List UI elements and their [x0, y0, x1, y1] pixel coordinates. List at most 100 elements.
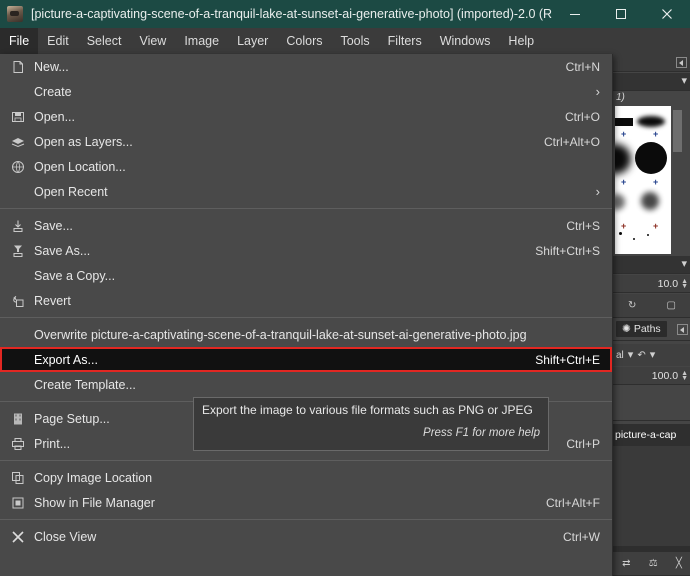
copy-icon [10, 470, 26, 486]
tooltip-hint: Press F1 for more help [202, 427, 540, 439]
menubar-item-windows[interactable]: Windows [431, 28, 500, 54]
save-as-icon [10, 243, 26, 259]
menubar-item-colors[interactable]: Colors [277, 28, 331, 54]
spinner-icon[interactable]: ▲▼ [681, 279, 688, 289]
menu-item-export-as[interactable]: Export As... Shift+Ctrl+E [0, 347, 612, 372]
dock-divider [613, 340, 690, 341]
refresh-icon[interactable]: ↻ [628, 300, 636, 311]
maximize-button[interactable] [598, 0, 644, 28]
menubar-label: Edit [47, 34, 69, 48]
tooltip: Export the image to various file formats… [193, 397, 549, 451]
brush-swatch [615, 194, 625, 210]
menu-item-label: Save As... [34, 244, 535, 258]
menu-item-copy-image-location[interactable]: Copy Image Location [0, 465, 612, 490]
brush-size-field[interactable]: 10.0 ▲▼ [613, 275, 690, 293]
brush-size-value: 10.0 [658, 278, 678, 290]
spinner-icon[interactable]: ▲▼ [681, 371, 688, 381]
menu-item-show-in-file-manager[interactable]: Show in File Manager Ctrl+Alt+F [0, 490, 612, 515]
menu-item-overwrite[interactable]: Overwrite picture-a-captivating-scene-of… [0, 322, 612, 347]
menubar-item-edit[interactable]: Edit [38, 28, 78, 54]
submenu-arrow-icon: › [596, 184, 600, 199]
menu-item-open-as-layers[interactable]: Open as Layers... Ctrl+Alt+O [0, 129, 612, 154]
opacity-field[interactable]: 100.0 ▲▼ [613, 367, 690, 385]
page-setup-icon [10, 411, 26, 427]
delete-layer-icon[interactable]: ╳ [676, 558, 682, 569]
layer-name-label: picture-a-cap [615, 429, 676, 441]
menu-item-accel: Ctrl+Alt+O [544, 135, 600, 149]
revert-icon [10, 293, 26, 309]
menu-item-accel: Ctrl+O [565, 110, 600, 124]
menu-item-open-location[interactable]: Open Location... [0, 154, 612, 179]
menubar-item-tools[interactable]: Tools [331, 28, 378, 54]
layers-stack-icon [10, 134, 26, 150]
menubar-item-filters[interactable]: Filters [379, 28, 431, 54]
menubar-item-layer[interactable]: Layer [228, 28, 277, 54]
menu-separator [0, 208, 612, 209]
menu-item-save[interactable]: Save... Ctrl+S [0, 213, 612, 238]
minimize-button[interactable] [552, 0, 598, 28]
gimp-wilber-icon [7, 6, 23, 22]
menu-item-accel: Ctrl+P [566, 437, 600, 451]
chevron-down-icon[interactable]: ▾ [628, 350, 634, 361]
layer-mode-value[interactable]: al [616, 350, 624, 361]
brush-swatch [641, 192, 659, 210]
brush-list-scrollbar[interactable] [673, 110, 682, 152]
menu-item-open-recent[interactable]: Open Recent › [0, 179, 612, 204]
menu-item-accel: Ctrl+Alt+F [546, 496, 600, 510]
undo-history-icon[interactable]: ↶ [637, 350, 645, 361]
open-folder-icon [10, 109, 26, 125]
menu-item-save-as[interactable]: Save As... Shift+Ctrl+S [0, 238, 612, 263]
dock-menu-icon[interactable] [677, 324, 688, 335]
menu-item-label: Create Template... [34, 378, 600, 392]
menubar-item-view[interactable]: View [130, 28, 175, 54]
merge-down-icon[interactable]: ⇄ [622, 558, 630, 569]
dock-menu-icon[interactable] [676, 57, 687, 68]
menu-separator [0, 460, 612, 461]
brush-title-row: 1) [613, 92, 690, 106]
menu-item-label: New... [34, 60, 566, 74]
brush-preview-grid[interactable]: + + + + + + [615, 106, 671, 254]
menu-item-label: Open Recent [34, 185, 596, 199]
anchor-layer-icon[interactable]: ⚖ [649, 558, 658, 569]
new-brush-icon[interactable]: ▢ [667, 300, 676, 311]
menubar-item-help[interactable]: Help [499, 28, 543, 54]
menu-item-accel: Ctrl+S [566, 219, 600, 233]
menu-item-close-view[interactable]: Close View Ctrl+W [0, 524, 612, 549]
close-button[interactable] [644, 0, 690, 28]
brush-swatch [615, 144, 631, 174]
menubar-label: File [9, 34, 29, 48]
menu-item-label: Save... [34, 219, 566, 233]
submenu-arrow-icon: › [596, 84, 600, 99]
menu-item-open[interactable]: Open... Ctrl+O [0, 104, 612, 129]
no-icon [10, 84, 26, 100]
no-icon [10, 377, 26, 393]
menu-item-label: Open as Layers... [34, 135, 544, 149]
titlebar: [picture-a-captivating-scene-of-a-tranqu… [0, 0, 690, 28]
menu-item-label: Open... [34, 110, 565, 124]
menu-item-save-a-copy[interactable]: Save a Copy... [0, 263, 612, 288]
menubar-label: Select [87, 34, 122, 48]
menu-separator [0, 519, 612, 520]
brush-selector-row[interactable]: ▾ [613, 73, 690, 91]
menu-item-revert[interactable]: Revert [0, 288, 612, 313]
menu-item-label: Save a Copy... [34, 269, 600, 283]
chevron-down-icon[interactable]: ▾ [650, 350, 656, 361]
menu-item-create[interactable]: Create › [0, 79, 612, 104]
menu-item-label: Copy Image Location [34, 471, 600, 485]
tab-paths[interactable]: ✺ Paths [616, 321, 667, 337]
menubar-label: Colors [286, 34, 322, 48]
menu-item-accel: Ctrl+N [566, 60, 600, 74]
menu-item-accel: Shift+Ctrl+E [535, 353, 600, 367]
menubar-item-file[interactable]: File [0, 28, 38, 54]
menubar-item-select[interactable]: Select [78, 28, 131, 54]
menu-item-label: Show in File Manager [34, 496, 546, 510]
menubar-item-image[interactable]: Image [175, 28, 228, 54]
lock-row [613, 386, 690, 420]
brush-marker-icon: + [653, 222, 658, 231]
menu-item-create-template[interactable]: Create Template... [0, 372, 612, 397]
menu-item-new[interactable]: New... Ctrl+N [0, 54, 612, 79]
brush-options-row[interactable]: ▾ [613, 256, 690, 274]
layer-list-item[interactable]: picture-a-cap [613, 424, 690, 446]
dock-header-brushes [613, 54, 690, 72]
brush-title-label: 1) [613, 92, 625, 103]
